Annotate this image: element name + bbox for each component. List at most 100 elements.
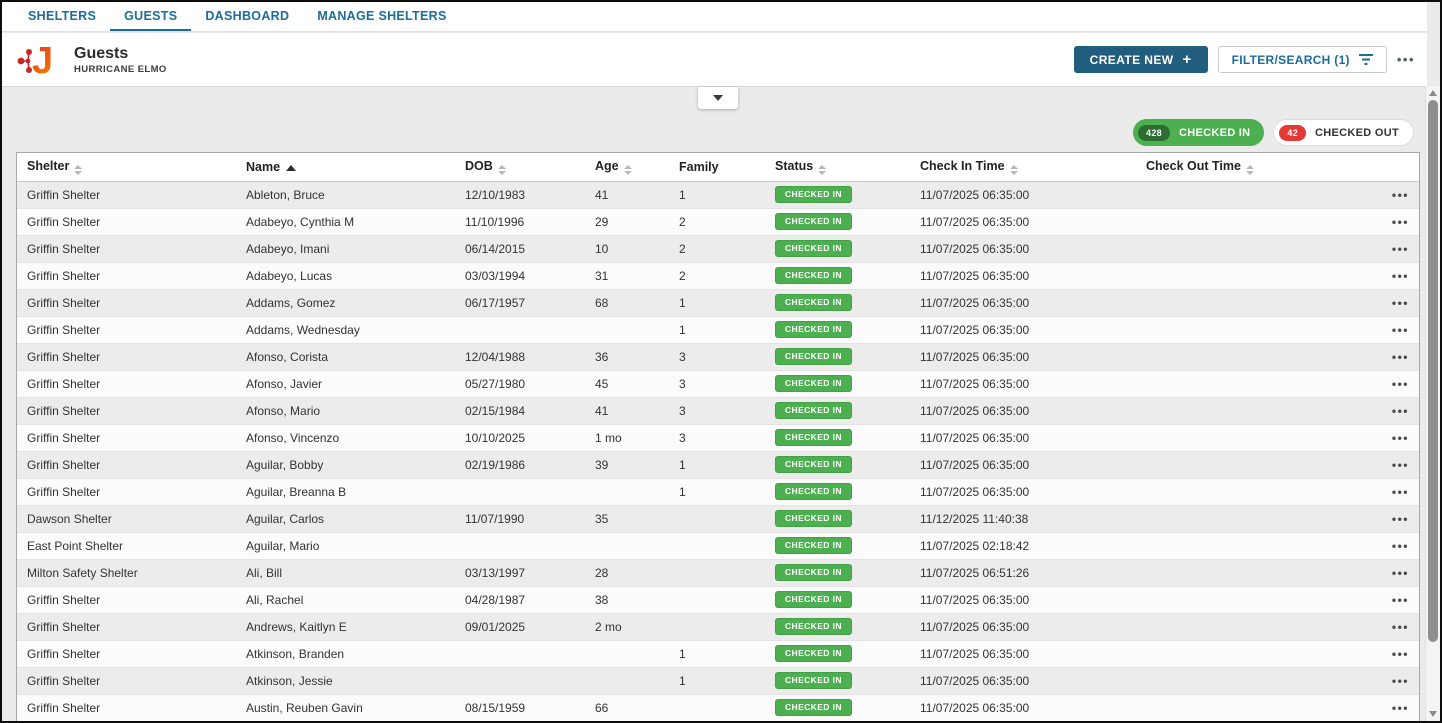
row-menu-icon[interactable]: ••• xyxy=(1392,458,1409,472)
table-row[interactable]: Griffin Shelter Andrews, Kaitlyn E 09/01… xyxy=(17,613,1419,640)
column-header-check-out-time[interactable]: Check Out Time xyxy=(1136,153,1362,181)
table-row[interactable]: Milton Safety Shelter Ali, Bill 03/13/19… xyxy=(17,559,1419,586)
cell-actions: ••• xyxy=(1362,451,1419,478)
cell-check-out-time xyxy=(1136,316,1362,343)
tab-dashboard[interactable]: DASHBOARD xyxy=(191,2,303,31)
scroll-up-arrow-icon[interactable] xyxy=(1429,90,1437,96)
cell-name: Addams, Wednesday xyxy=(236,316,455,343)
cell-check-in-time: 11/07/2025 06:35:00 xyxy=(910,640,1136,667)
scrollbar-thumb[interactable] xyxy=(1428,100,1438,642)
cell-name: Austin, Reuben Gavin xyxy=(236,694,455,721)
table-row[interactable]: Griffin Shelter Afonso, Vincenzo 10/10/2… xyxy=(17,424,1419,451)
checked-out-filter-pill[interactable]: 42 CHECKED OUT xyxy=(1273,119,1414,146)
row-menu-icon[interactable]: ••• xyxy=(1392,188,1409,202)
row-menu-icon[interactable]: ••• xyxy=(1392,350,1409,364)
table-row[interactable]: Griffin Shelter Afonso, Corista 12/04/19… xyxy=(17,343,1419,370)
table-row[interactable]: Griffin Shelter Afonso, Javier 05/27/198… xyxy=(17,370,1419,397)
cell-family: 2 xyxy=(669,235,765,262)
cell-family xyxy=(669,586,765,613)
row-menu-icon[interactable]: ••• xyxy=(1392,620,1409,634)
row-menu-icon[interactable]: ••• xyxy=(1392,242,1409,256)
filter-search-button[interactable]: FILTER/SEARCH (1) xyxy=(1218,46,1387,73)
cell-check-in-time: 11/07/2025 06:35:00 xyxy=(910,289,1136,316)
cell-actions: ••• xyxy=(1362,370,1419,397)
cell-dob: 11/07/1990 xyxy=(455,505,585,532)
cell-shelter: Griffin Shelter xyxy=(17,181,236,208)
row-menu-icon[interactable]: ••• xyxy=(1392,512,1409,526)
row-menu-icon[interactable]: ••• xyxy=(1392,485,1409,499)
cell-family: 1 xyxy=(669,181,765,208)
table-row[interactable]: Dawson Shelter Aguilar, Carlos 11/07/199… xyxy=(17,505,1419,532)
row-menu-icon[interactable]: ••• xyxy=(1392,539,1409,553)
row-menu-icon[interactable]: ••• xyxy=(1392,701,1409,715)
scroll-down-arrow-icon[interactable] xyxy=(1429,711,1437,717)
cell-dob: 12/10/1983 xyxy=(455,181,585,208)
cell-check-out-time xyxy=(1136,289,1362,316)
cell-check-in-time: 11/07/2025 02:18:42 xyxy=(910,532,1136,559)
row-menu-icon[interactable]: ••• xyxy=(1392,269,1409,283)
table-row[interactable]: Griffin Shelter Afonso, Mario 02/15/1984… xyxy=(17,397,1419,424)
column-header-dob[interactable]: DOB xyxy=(455,153,585,181)
table-row[interactable]: Griffin Shelter Ableton, Bruce 12/10/198… xyxy=(17,181,1419,208)
row-menu-icon[interactable]: ••• xyxy=(1392,566,1409,580)
tab-manage-shelters[interactable]: MANAGE SHELTERS xyxy=(303,2,460,31)
table-row[interactable]: Griffin Shelter Aguilar, Bobby 02/19/198… xyxy=(17,451,1419,478)
collapse-panel-toggle[interactable] xyxy=(698,87,738,109)
column-header-shelter[interactable]: Shelter xyxy=(17,153,236,181)
table-row[interactable]: Griffin Shelter Adabeyo, Lucas 03/03/199… xyxy=(17,262,1419,289)
table-row[interactable]: Griffin Shelter Addams, Gomez 06/17/1957… xyxy=(17,289,1419,316)
row-menu-icon[interactable]: ••• xyxy=(1392,323,1409,337)
status-badge: CHECKED IN xyxy=(775,510,852,527)
row-menu-icon[interactable]: ••• xyxy=(1392,647,1409,661)
table-row[interactable]: Griffin Shelter Adabeyo, Cynthia M 11/10… xyxy=(17,208,1419,235)
sort-asc-icon xyxy=(286,165,296,171)
row-menu-icon[interactable]: ••• xyxy=(1392,404,1409,418)
row-menu-icon[interactable]: ••• xyxy=(1392,377,1409,391)
cell-dob xyxy=(455,640,585,667)
table-row[interactable]: Griffin Shelter Ali, Rachel 04/28/1987 3… xyxy=(17,586,1419,613)
cell-shelter: Griffin Shelter xyxy=(17,370,236,397)
cell-name: Adabeyo, Imani xyxy=(236,235,455,262)
row-menu-icon[interactable]: ••• xyxy=(1392,593,1409,607)
cell-dob: 11/10/1996 xyxy=(455,208,585,235)
table-row[interactable]: Griffin Shelter Atkinson, Jessie 1 CHECK… xyxy=(17,667,1419,694)
cell-age: 35 xyxy=(585,505,669,532)
checked-in-filter-pill[interactable]: 428 CHECKED IN xyxy=(1133,119,1264,146)
cell-dob: 06/14/2015 xyxy=(455,235,585,262)
cell-status: CHECKED IN xyxy=(765,559,910,586)
filter-search-label: FILTER/SEARCH (1) xyxy=(1232,53,1350,67)
cell-check-in-time: 11/07/2025 06:35:00 xyxy=(910,343,1136,370)
table-row[interactable]: Griffin Shelter Addams, Wednesday 1 CHEC… xyxy=(17,316,1419,343)
cell-age: 68 xyxy=(585,289,669,316)
table-row[interactable]: Griffin Shelter Aguilar, Breanna B 1 CHE… xyxy=(17,478,1419,505)
row-menu-icon[interactable]: ••• xyxy=(1392,674,1409,688)
table-row[interactable]: Griffin Shelter Atkinson, Branden 1 CHEC… xyxy=(17,640,1419,667)
tab-guests[interactable]: GUESTS xyxy=(110,2,191,31)
header-more-menu-icon[interactable]: ••• xyxy=(1397,52,1415,67)
tab-shelters[interactable]: SHELTERS xyxy=(14,2,110,31)
cell-name: Atkinson, Branden xyxy=(236,640,455,667)
cell-shelter: Griffin Shelter xyxy=(17,235,236,262)
row-menu-icon[interactable]: ••• xyxy=(1392,215,1409,229)
cell-name: Aguilar, Bobby xyxy=(236,451,455,478)
cell-shelter: Dawson Shelter xyxy=(17,505,236,532)
row-menu-icon[interactable]: ••• xyxy=(1392,296,1409,310)
cell-actions: ••• xyxy=(1362,424,1419,451)
create-new-button[interactable]: CREATE NEW + xyxy=(1074,46,1208,73)
cell-check-out-time xyxy=(1136,424,1362,451)
vertical-scrollbar[interactable] xyxy=(1425,86,1440,721)
cell-shelter: Griffin Shelter xyxy=(17,316,236,343)
column-header-status[interactable]: Status xyxy=(765,153,910,181)
checked-in-count-badge: 428 xyxy=(1138,125,1170,141)
cell-check-out-time xyxy=(1136,613,1362,640)
column-header-family[interactable]: Family xyxy=(669,153,765,181)
column-header-name[interactable]: Name xyxy=(236,153,455,181)
sort-icon xyxy=(624,165,632,175)
row-menu-icon[interactable]: ••• xyxy=(1392,431,1409,445)
table-row[interactable]: Griffin Shelter Adabeyo, Imani 06/14/201… xyxy=(17,235,1419,262)
column-header-check-in-time[interactable]: Check In Time xyxy=(910,153,1136,181)
column-header-age[interactable]: Age xyxy=(585,153,669,181)
table-row[interactable]: East Point Shelter Aguilar, Mario CHECKE… xyxy=(17,532,1419,559)
cell-dob xyxy=(455,478,585,505)
table-row[interactable]: Griffin Shelter Austin, Reuben Gavin 08/… xyxy=(17,694,1419,721)
